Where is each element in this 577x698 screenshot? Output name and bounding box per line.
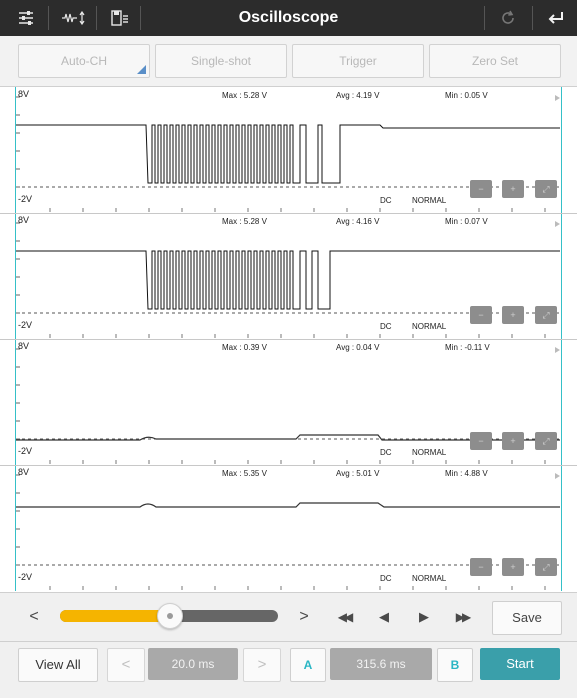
channel-2-zoom-out-icon[interactable]: − <box>470 306 492 324</box>
single-shot-button[interactable]: Single-shot <box>155 44 287 78</box>
channel-3-expand-icon[interactable]: ⤢ <box>535 432 557 450</box>
navigation-bar: < > ◀◀ ◀ ▶ ▶▶ <box>0 592 577 641</box>
channel-4-max: Max : 5.35 V <box>222 469 267 478</box>
time-slider-knob[interactable] <box>157 603 183 629</box>
channel-1-expand-icon[interactable]: ⤢ <box>535 180 557 198</box>
step-back-button[interactable]: ◀ <box>370 593 398 641</box>
scroll-next-button[interactable]: > <box>290 593 318 641</box>
channel-1-zoom-in-icon[interactable]: + <box>502 180 524 198</box>
channel-1-zoom-out-icon[interactable]: − <box>470 180 492 198</box>
channel-1-coupling: DC <box>380 196 392 205</box>
single-shot-label: Single-shot <box>190 54 252 68</box>
channel-2-top-scale: 8V <box>18 215 30 225</box>
channel-4-zoom-in-icon[interactable]: + <box>502 558 524 576</box>
mode-toolbar: Auto-CH Single-shot Trigger Zero Set <box>0 36 577 87</box>
timebase-prev-button[interactable]: < <box>107 648 145 682</box>
zero-set-label: Zero Set <box>471 54 519 68</box>
channel-2-coupling: DC <box>380 322 392 331</box>
fast-forward-button[interactable]: ▶▶ <box>448 593 476 641</box>
channel-3-zoom-in-icon[interactable]: + <box>502 432 524 450</box>
zero-set-button[interactable]: Zero Set <box>429 44 561 78</box>
back-icon[interactable] <box>536 0 576 36</box>
channel-4-zoom-out-icon[interactable]: − <box>470 558 492 576</box>
channel-3-top-scale: 8V <box>18 341 30 351</box>
channel-1-top-scale: 8V <box>18 89 30 99</box>
channel-2-max: Max : 5.28 V <box>222 217 267 226</box>
trigger-label: Trigger <box>339 54 377 68</box>
auto-ch-label: Auto-CH <box>60 54 107 68</box>
cursor-a-button[interactable]: A <box>290 648 326 682</box>
channel-4-expand-icon[interactable]: ⤢ <box>535 558 557 576</box>
channel-3-coupling: DC <box>380 448 392 457</box>
channel-2-bottom-scale: -2V <box>18 320 33 330</box>
channel-2-mode: NORMAL <box>412 322 447 331</box>
waveform-area[interactable]: 8V Max : 5.28 V Avg : 4.19 V Min : 0.05 … <box>0 87 577 591</box>
channel-1-min: Min : 0.05 V <box>445 91 488 100</box>
channel-4-min: Min : 4.88 V <box>445 469 488 478</box>
channel-1-avg: Avg : 4.19 V <box>336 91 380 100</box>
channel-2-zoom-in-icon[interactable]: + <box>502 306 524 324</box>
channel-4-top-scale: 8V <box>18 467 30 477</box>
trigger-button[interactable]: Trigger <box>292 44 424 78</box>
cursor-b-button[interactable]: B <box>437 648 473 682</box>
channel-1-bottom-scale: -2V <box>18 194 33 204</box>
channel-2-min: Min : 0.07 V <box>445 217 488 226</box>
cursor-delta-value: 315.6 ms <box>330 648 432 680</box>
rewind-button[interactable]: ◀◀ <box>330 593 358 641</box>
channel-3-avg: Avg : 0.04 V <box>336 343 380 352</box>
channel-1-mode: NORMAL <box>412 196 447 205</box>
channel-2-avg: Avg : 4.16 V <box>336 217 380 226</box>
channel-2-expand-icon[interactable]: ⤢ <box>535 306 557 324</box>
channel-4-coupling: DC <box>380 574 392 583</box>
save-button[interactable]: Save <box>492 601 562 635</box>
channel-4-panel: 8V Max : 5.35 V Avg : 5.01 V Min : 4.88 … <box>0 465 577 591</box>
channel-4-bottom-scale: -2V <box>18 572 33 582</box>
timebase-value: 20.0 ms <box>148 648 238 680</box>
play-button[interactable]: ▶ <box>410 593 438 641</box>
channel-1-max: Max : 5.28 V <box>222 91 267 100</box>
dropdown-corner-icon <box>137 65 146 74</box>
auto-ch-button[interactable]: Auto-CH <box>18 44 150 78</box>
view-all-button[interactable]: View All <box>18 648 98 682</box>
channel-3-min: Min : -0.11 V <box>445 343 490 352</box>
refresh-icon[interactable] <box>488 0 528 36</box>
channel-4-mode: NORMAL <box>412 574 447 583</box>
timebase-next-button[interactable]: > <box>243 648 281 682</box>
scroll-prev-button[interactable]: < <box>20 593 48 641</box>
channel-1-panel: 8V Max : 5.28 V Avg : 4.19 V Min : 0.05 … <box>0 87 577 214</box>
channel-2-panel: 8V Max : 5.28 V Avg : 4.16 V Min : 0.07 … <box>0 213 577 340</box>
channel-3-bottom-scale: -2V <box>18 446 33 456</box>
channel-3-panel: 8V Max : 0.39 V Avg : 0.04 V Min : -0.11… <box>0 339 577 466</box>
title-bar: Oscilloscope <box>0 0 577 36</box>
time-slider-fill <box>60 610 169 622</box>
channel-3-zoom-out-icon[interactable]: − <box>470 432 492 450</box>
channel-3-max: Max : 0.39 V <box>222 343 267 352</box>
start-button[interactable]: Start <box>480 648 560 680</box>
control-bar: View All < 20.0 ms > A 315.6 ms B Start <box>0 641 577 698</box>
channel-4-avg: Avg : 5.01 V <box>336 469 380 478</box>
channel-3-mode: NORMAL <box>412 448 447 457</box>
